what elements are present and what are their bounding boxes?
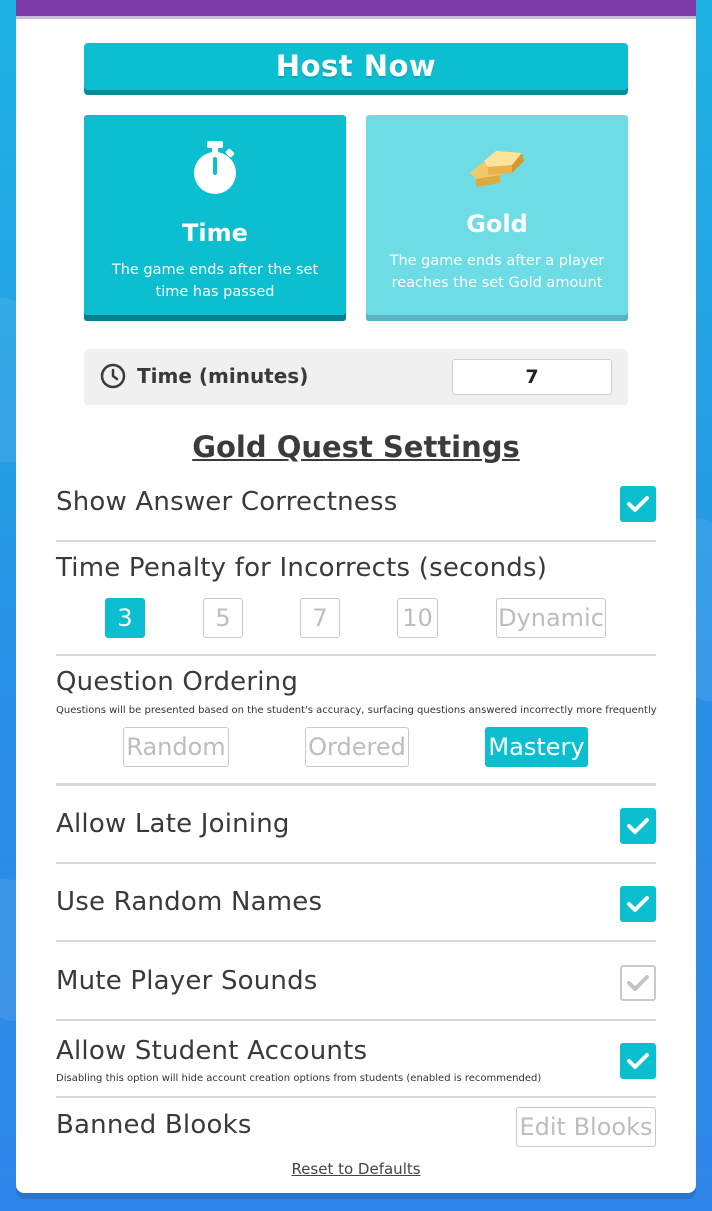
random-names-label: Use Random Names <box>56 887 323 917</box>
show-answer-label: Show Answer Correctness <box>56 487 398 517</box>
penalty-label: Time Penalty for Incorrects (seconds) <box>56 553 548 583</box>
mute-sounds-label: Mute Player Sounds <box>56 966 318 996</box>
panel-header-bar <box>16 0 696 19</box>
mute-sounds-checkbox[interactable] <box>620 965 656 1001</box>
ordering-option-ordered[interactable]: Ordered <box>305 727 409 767</box>
checkmark-icon <box>627 975 649 991</box>
random-names-checkbox[interactable] <box>620 886 656 922</box>
penalty-option-7[interactable]: 7 <box>300 598 340 638</box>
host-settings-panel: Host Now Time The game ends after the se… <box>16 0 696 1193</box>
ordering-option-random[interactable]: Random <box>123 727 229 767</box>
divider <box>56 654 656 656</box>
checkmark-icon <box>627 818 649 834</box>
mode-title: Gold <box>466 210 528 238</box>
mode-card-gold[interactable]: Gold The game ends after a player reache… <box>366 115 628 321</box>
time-setting-label: Time (minutes) <box>137 364 309 388</box>
late-joining-checkbox[interactable] <box>620 808 656 844</box>
penalty-option-3[interactable]: 3 <box>105 598 145 638</box>
ordering-option-mastery[interactable]: Mastery <box>485 727 588 767</box>
checkmark-icon <box>627 896 649 912</box>
time-setting-row: Time (minutes) <box>84 349 628 405</box>
penalty-option-10[interactable]: 10 <box>397 598 438 638</box>
ordering-label: Question Ordering <box>56 667 299 697</box>
mode-card-time[interactable]: Time The game ends after the set time ha… <box>84 115 346 321</box>
host-now-button[interactable]: Host Now <box>84 43 628 95</box>
penalty-option-5[interactable]: 5 <box>203 598 243 638</box>
mode-description: The game ends after the set time has pas… <box>111 262 319 300</box>
reset-defaults-link[interactable]: Reset to Defaults <box>16 1160 696 1178</box>
student-accounts-label: Allow Student Accounts <box>56 1036 368 1066</box>
student-accounts-checkbox[interactable] <box>620 1043 656 1079</box>
penalty-option-dynamic[interactable]: Dynamic <box>496 598 606 638</box>
checkmark-icon <box>627 496 649 512</box>
banned-blooks-label: Banned Blooks <box>56 1110 252 1140</box>
edit-blooks-button[interactable]: Edit Blooks <box>516 1107 656 1147</box>
settings-title: Gold Quest Settings <box>192 430 520 464</box>
divider <box>56 1096 656 1098</box>
clock-icon <box>100 363 126 393</box>
mode-description: The game ends after a player reaches the… <box>389 253 605 291</box>
divider <box>56 862 656 864</box>
late-joining-label: Allow Late Joining <box>56 809 290 839</box>
show-answer-checkbox[interactable] <box>620 486 656 522</box>
student-accounts-note: Disabling this option will hide account … <box>56 1073 542 1084</box>
ordering-note: Questions will be presented based on the… <box>56 705 657 716</box>
divider <box>56 540 656 542</box>
divider <box>56 1019 656 1021</box>
divider <box>56 940 656 942</box>
mode-title: Time <box>182 219 248 247</box>
checkmark-icon <box>627 1053 649 1069</box>
divider <box>56 783 656 786</box>
time-minutes-input[interactable] <box>452 359 612 395</box>
